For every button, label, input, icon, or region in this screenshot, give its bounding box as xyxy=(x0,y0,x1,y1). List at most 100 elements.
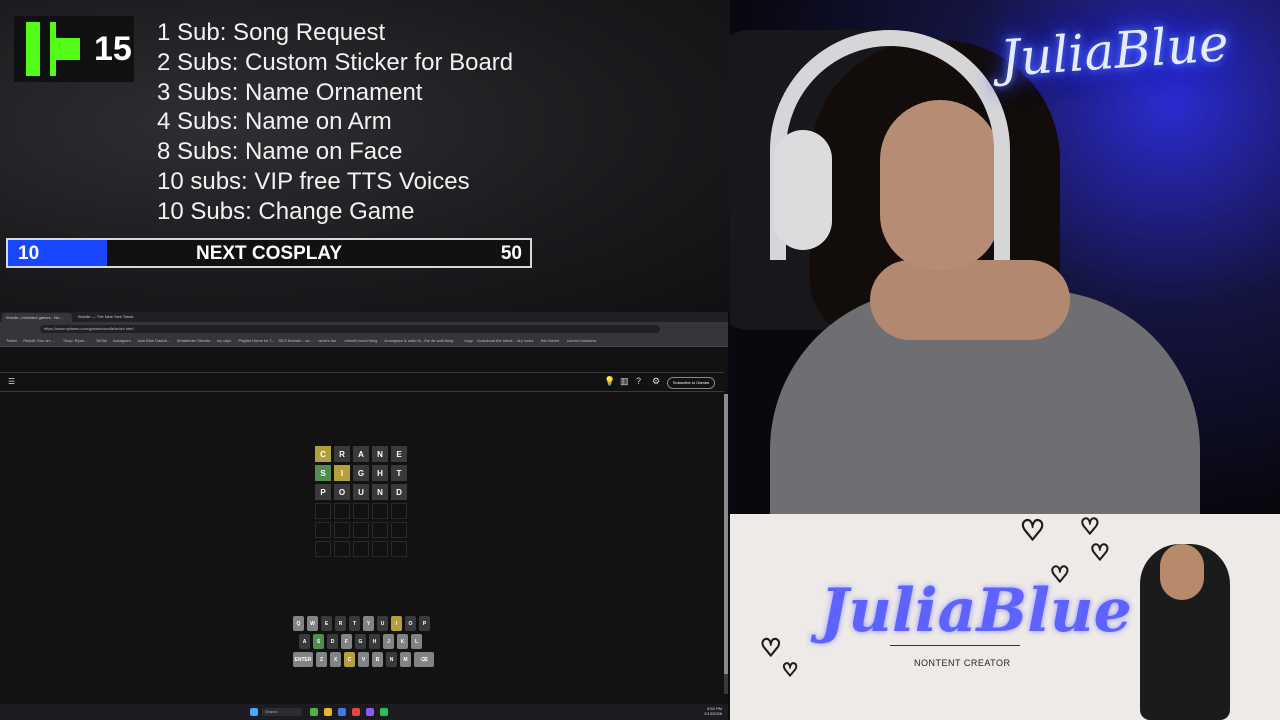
wordle-tile: P xyxy=(315,484,331,500)
wordle-tile: A xyxy=(353,446,369,462)
taskbar-clock[interactable]: 6:52 PM 2/13/2026 xyxy=(704,706,722,716)
wordle-tile: U xyxy=(353,484,369,500)
key-n[interactable]: N xyxy=(386,652,397,667)
bookmark-item[interactable]: Twitch xyxy=(6,338,17,343)
start-icon[interactable] xyxy=(250,708,258,716)
bookmark-item[interactable]: rennell mood thing xyxy=(344,338,377,343)
wordle-tile: N xyxy=(372,484,388,500)
browser-icon[interactable] xyxy=(338,708,346,716)
tab-wordle-nyt[interactable]: Wordle — The New York Times xyxy=(78,314,133,319)
bookmark-item[interactable]: my clips xyxy=(217,338,231,343)
avatar-illustration-head xyxy=(1160,544,1204,600)
help-icon[interactable]: ? xyxy=(636,376,641,386)
wordle-tile xyxy=(315,541,331,557)
streamer-shoulders xyxy=(870,260,1070,340)
wordle-tile xyxy=(353,503,369,519)
banner-tagline: NONTENT CREATOR xyxy=(914,658,1011,668)
subscribe-button[interactable]: Subscribe to Games xyxy=(667,377,715,389)
key-r[interactable]: R xyxy=(335,616,346,631)
kick-logo-icon xyxy=(26,22,80,76)
key-l[interactable]: L xyxy=(411,634,422,649)
key-backspace[interactable]: ⌫ xyxy=(414,652,434,667)
goal-target-value: 50 xyxy=(500,243,522,264)
tab-wordle-unlimited[interactable]: Wordle, Unlimited games - Ne... xyxy=(2,313,72,322)
key-x[interactable]: X xyxy=(330,652,341,667)
heart-icon: ♡ xyxy=(1019,514,1046,547)
taskbar-search[interactable]: Search xyxy=(262,708,302,716)
hamburger-menu-icon[interactable]: ☰ xyxy=(8,377,15,386)
bookmark-item[interactable]: Shop: Ryan... xyxy=(63,338,87,343)
key-s[interactable]: S xyxy=(313,634,324,649)
windows-taskbar: Search 6:52 PM 2/13/2026 xyxy=(0,704,728,720)
scrollbar-thumb[interactable] xyxy=(724,394,728,674)
lightbulb-icon[interactable]: 💡 xyxy=(604,376,615,387)
key-h[interactable]: H xyxy=(369,634,380,649)
bookmark-item[interactable]: Instagram xyxy=(113,338,131,343)
bookmark-item[interactable]: current business xyxy=(567,338,596,343)
key-k[interactable]: K xyxy=(397,634,408,649)
bookmark-item[interactable]: the dir wall thing xyxy=(424,338,453,343)
settings-icon[interactable]: ⚙ xyxy=(652,376,660,387)
bookmark-item[interactable]: SEO Booster - sa... xyxy=(278,338,312,343)
clock-date: 2/13/2026 xyxy=(704,711,722,716)
keyboard-row: QWERTYUIOP xyxy=(293,616,434,631)
key-j[interactable]: J xyxy=(383,634,394,649)
folder-icon[interactable] xyxy=(324,708,332,716)
bookmark-item[interactable]: dry rocks xyxy=(517,338,533,343)
bookmark-item[interactable]: what's fun xyxy=(318,338,336,343)
key-p[interactable]: P xyxy=(419,616,430,631)
wordle-tile xyxy=(372,541,388,557)
wordle-tile xyxy=(372,503,388,519)
wordle-tile: R xyxy=(334,446,350,462)
sub-goal-item: 1 Sub: Song Request xyxy=(157,19,386,46)
wordle-board: CRANESIGHTPOUND xyxy=(315,446,407,557)
wordle-tile: H xyxy=(372,465,388,481)
branding-banner: ♡ ♡ ♡ ♡ ♡ ♡ JuliaBlue NONTENT CREATOR xyxy=(730,514,1280,720)
wordle-tile: D xyxy=(391,484,407,500)
key-c[interactable]: C xyxy=(344,652,355,667)
bookmark-item[interactable]: Playlist Home for T... xyxy=(238,338,275,343)
key-enter[interactable]: ENTER xyxy=(293,652,313,667)
key-w[interactable]: W xyxy=(307,616,318,631)
bookmarks-bar: Twitch Reddit: Doc om ... Shop: Ryan... Tik… xyxy=(0,336,728,347)
key-f[interactable]: F xyxy=(341,634,352,649)
key-a[interactable]: A xyxy=(299,634,310,649)
page-scrollbar[interactable] xyxy=(724,394,728,694)
discord-icon[interactable] xyxy=(366,708,374,716)
key-b[interactable]: B xyxy=(372,652,383,667)
url-field[interactable]: https://www.nytimes.com/games/wordle/ind… xyxy=(40,325,660,333)
key-m[interactable]: M xyxy=(400,652,411,667)
key-q[interactable]: Q xyxy=(293,616,304,631)
key-t[interactable]: T xyxy=(349,616,360,631)
bookmark-item[interactable]: Reddit: Doc om ... xyxy=(23,338,55,343)
cosplay-goal-bar: 10 NEXT COSPLAY 50 xyxy=(6,238,532,268)
key-e[interactable]: E xyxy=(321,616,332,631)
chrome-icon[interactable] xyxy=(352,708,360,716)
stats-icon[interactable]: ▥ xyxy=(620,376,629,387)
key-v[interactable]: V xyxy=(358,652,369,667)
wordle-tile xyxy=(315,522,331,538)
bookmark-item[interactable]: TikTok xyxy=(96,338,107,343)
heart-icon: ♡ xyxy=(781,659,799,681)
key-y[interactable]: Y xyxy=(363,616,374,631)
key-i[interactable]: I xyxy=(391,616,402,631)
heart-icon: ♡ xyxy=(1089,539,1110,566)
bookmark-item[interactable]: Julia Blue Dashb... xyxy=(137,338,170,343)
bookmark-item[interactable]: copy xyxy=(464,338,472,343)
bookmark-item[interactable]: showgram & radio hi... xyxy=(384,338,424,343)
key-z[interactable]: Z xyxy=(316,652,327,667)
bookmark-item[interactable]: Whatfinder Stream... xyxy=(177,338,214,343)
key-d[interactable]: D xyxy=(327,634,338,649)
browser-capture: Wordle, Unlimited games - Ne... Wordle —… xyxy=(0,312,728,720)
key-g[interactable]: G xyxy=(355,634,366,649)
banner-divider xyxy=(890,645,1020,646)
app-icon[interactable] xyxy=(310,708,318,716)
key-u[interactable]: U xyxy=(377,616,388,631)
wordle-tile: N xyxy=(372,446,388,462)
bookmark-item[interactable]: Download the latest... xyxy=(477,338,515,343)
bookmark-item[interactable]: this theme xyxy=(541,338,559,343)
spotify-icon[interactable] xyxy=(380,708,388,716)
kick-sub-counter: 15 xyxy=(14,16,134,82)
sub-goal-item: 8 Subs: Name on Face xyxy=(157,138,403,166)
key-o[interactable]: O xyxy=(405,616,416,631)
